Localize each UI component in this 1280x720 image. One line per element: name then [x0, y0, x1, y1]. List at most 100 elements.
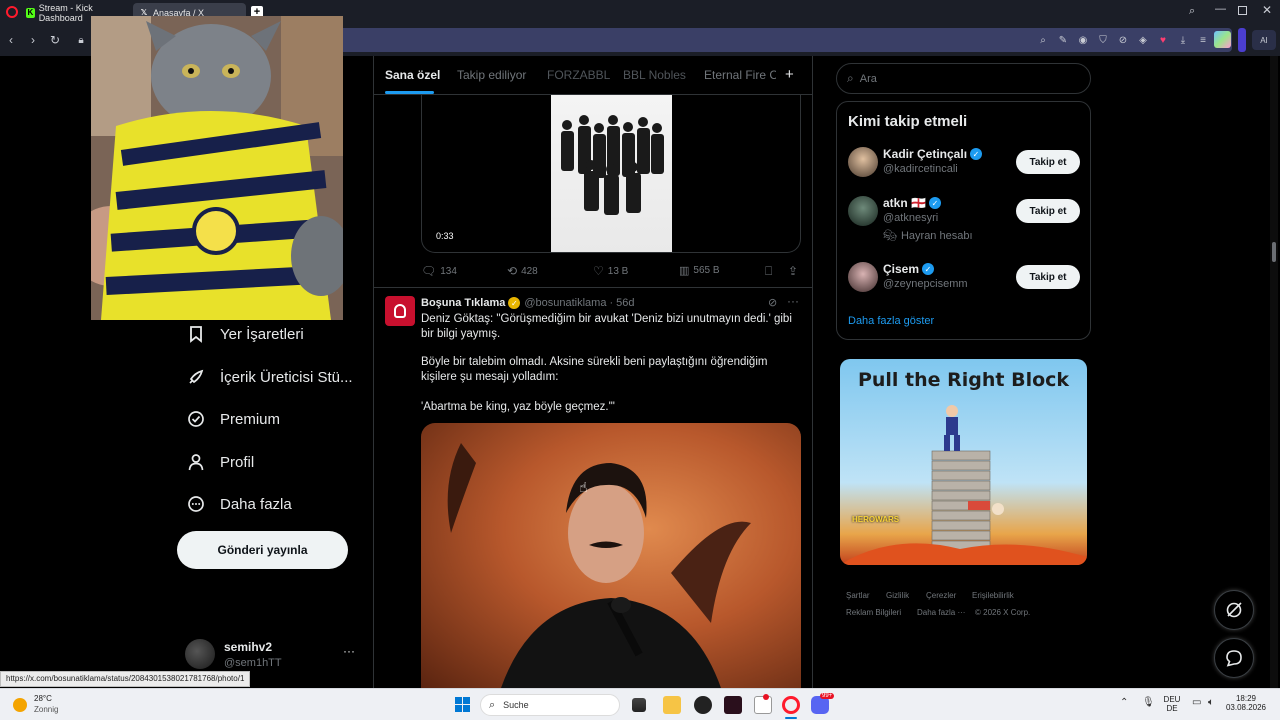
mic-icon[interactable]: 🎙︎ [1142, 697, 1155, 708]
back-icon[interactable]: ‹ [2, 31, 20, 49]
maximize-button[interactable] [1238, 6, 1247, 15]
scrollbar-track[interactable] [1270, 56, 1278, 688]
nav-profile[interactable]: Profil [186, 449, 254, 475]
comedian-photo-image [447, 443, 751, 688]
account-handle: @kadircetincali [883, 163, 958, 175]
suggested-account[interactable]: atkn 🏴󠁧󠁢󠁥󠁮󠁧󠁿 ✓ @atknesyri 🎭︎ Hayran hesabı… [848, 196, 1082, 242]
footer-cookies[interactable]: Çerezler [926, 591, 956, 600]
footer-accessibility[interactable]: Erişilebilirlik [972, 591, 1014, 600]
tweet-photo[interactable] [421, 423, 801, 688]
nav-more[interactable]: Daha fazla [186, 491, 292, 517]
bookmark-icon[interactable]: ⎕ [765, 264, 772, 279]
author-name[interactable]: Boşuna Tıklama [421, 297, 505, 309]
app-icon[interactable] [724, 696, 742, 714]
menu-icon[interactable]: ≡ [1196, 33, 1210, 47]
windows-logo-icon [455, 697, 470, 712]
follow-button[interactable]: Takip et [1016, 150, 1080, 174]
reply-count: 134 [440, 265, 457, 277]
repost-action[interactable]: ⟲ 428 [507, 264, 538, 278]
tab-following[interactable]: Takip ediliyor [457, 68, 526, 82]
language-indicator[interactable]: DEU DE [1163, 695, 1181, 713]
panel-title: Kimi takip etmeli [848, 113, 968, 130]
task-view-icon[interactable] [632, 698, 646, 712]
active-app-underline [785, 717, 797, 719]
account-handle: @zeynepcisemm [883, 278, 968, 290]
start-button[interactable] [455, 697, 470, 712]
zoom-icon[interactable]: ⌕ [1036, 33, 1050, 47]
grok-floating-button[interactable] [1214, 590, 1254, 630]
camera-icon[interactable]: ◉ [1076, 33, 1090, 47]
network-icon[interactable]: ▭ [1192, 697, 1201, 708]
suggested-account[interactable]: Çisem ✓ @zeynepcisemm Takip et [848, 262, 1082, 306]
views-action[interactable]: ▥ 565 B [679, 264, 720, 277]
follow-button[interactable]: Takip et [1016, 265, 1080, 289]
weather-desc[interactable]: Zonnig [34, 705, 58, 714]
account-switcher[interactable]: semihv2 @sem1hTT ··· [185, 639, 360, 671]
tab-bbl-nobles[interactable]: BBL Nobles [623, 68, 686, 82]
footer-terms[interactable]: Şartlar [846, 591, 870, 600]
speaker-icon[interactable]: 🔈︎ [1208, 697, 1214, 708]
opera-taskbar-icon[interactable] [782, 696, 800, 714]
minimize-button[interactable]: — [1215, 3, 1226, 15]
aria-ai-button[interactable]: AI [1252, 30, 1276, 50]
opera-logo-icon[interactable] [6, 6, 18, 18]
more-options-icon[interactable]: ··· [343, 644, 355, 658]
cat-overlay-image [91, 16, 343, 320]
search-tabs-icon[interactable]: ⌕ [1189, 5, 1195, 18]
verified-icon: ✓ [928, 197, 941, 209]
vpn-icon[interactable]: ⊘ [1116, 33, 1130, 47]
footer-privacy[interactable]: Gizlilik [886, 591, 909, 600]
grok-icon[interactable]: ⊘ [768, 296, 777, 309]
search-input[interactable]: ⌕ Ara [836, 63, 1091, 94]
forward-icon[interactable]: › [24, 31, 42, 49]
tab-forzabbl[interactable]: FORZABBL [547, 68, 610, 82]
show-more-link[interactable]: Daha fazla göster [848, 315, 934, 327]
nav-creator-studio[interactable]: İçerik Üreticisi Stü... [186, 364, 353, 390]
view-count: 565 B [693, 265, 720, 276]
clock[interactable]: 18:29 03.08.2026 [1222, 694, 1270, 712]
grok-icon [1226, 602, 1242, 618]
video-frame[interactable] [551, 95, 672, 252]
ad-banner[interactable]: Pull the Right Block HEROWARS [840, 359, 1087, 565]
repost-icon: ⟲ [507, 264, 518, 278]
taskbar-search[interactable]: ⌕ Suche [480, 694, 620, 716]
follow-button[interactable]: Takip et [1016, 199, 1080, 223]
nav-bookmarks[interactable]: Yer İşaretleri [186, 321, 304, 347]
scrollbar-thumb[interactable] [1272, 242, 1276, 262]
app-icon[interactable] [694, 696, 712, 714]
tweet-text-line2: Böyle bir talebim olmadı. Aksine sürekli… [421, 356, 768, 383]
heart-icon[interactable]: ♥ [1156, 33, 1170, 47]
premium-badge-icon [186, 409, 206, 429]
add-list-icon[interactable]: + [785, 66, 794, 83]
footer-more[interactable]: Daha fazla ··· [917, 608, 965, 617]
post-button[interactable]: Gönderi yayınla [177, 531, 348, 569]
video-container[interactable]: 0:33 [421, 95, 801, 253]
extension-icon[interactable]: ◈ [1136, 33, 1150, 47]
cat-in-jersey-image [91, 16, 343, 320]
tab-eternal-fire[interactable]: Eternal Fire Cc [704, 68, 776, 82]
suggested-account[interactable]: Kadir Çetinçalı ✓ @kadircetincali Takip e… [848, 147, 1082, 191]
reply-action[interactable]: 🗨︎ 134 [421, 264, 457, 278]
download-icon[interactable]: ⤓ [1176, 33, 1190, 47]
weather-temp[interactable]: 28°C [34, 694, 52, 703]
tweet-time[interactable]: 56d [616, 297, 634, 309]
like-count: 13 B [607, 265, 629, 277]
messages-floating-button[interactable] [1214, 638, 1254, 678]
nav-label: Profil [220, 453, 255, 471]
close-window-button[interactable]: ✕ [1262, 3, 1272, 17]
reload-icon[interactable]: ↻ [46, 31, 64, 49]
nav-premium[interactable]: Premium [186, 406, 280, 432]
more-options-icon[interactable]: ··· [787, 294, 799, 308]
author-handle[interactable]: @bosunatiklama [524, 297, 606, 309]
weather-sun-icon[interactable] [13, 698, 27, 712]
tab-for-you[interactable]: Sana özel [385, 68, 440, 82]
tray-chevron-icon[interactable]: ⌃ [1120, 697, 1128, 708]
edit-icon[interactable]: ✎ [1056, 33, 1070, 47]
shield-icon[interactable]: ⛉ [1096, 33, 1110, 47]
avatar[interactable] [385, 296, 415, 326]
profile-avatar[interactable] [1214, 31, 1231, 48]
like-action[interactable]: ♡ 13 B [593, 264, 628, 278]
file-explorer-icon[interactable] [663, 696, 681, 714]
share-icon[interactable]: ⇪ [788, 264, 798, 278]
footer-ad-info[interactable]: Reklam Bilgileri [846, 608, 901, 617]
